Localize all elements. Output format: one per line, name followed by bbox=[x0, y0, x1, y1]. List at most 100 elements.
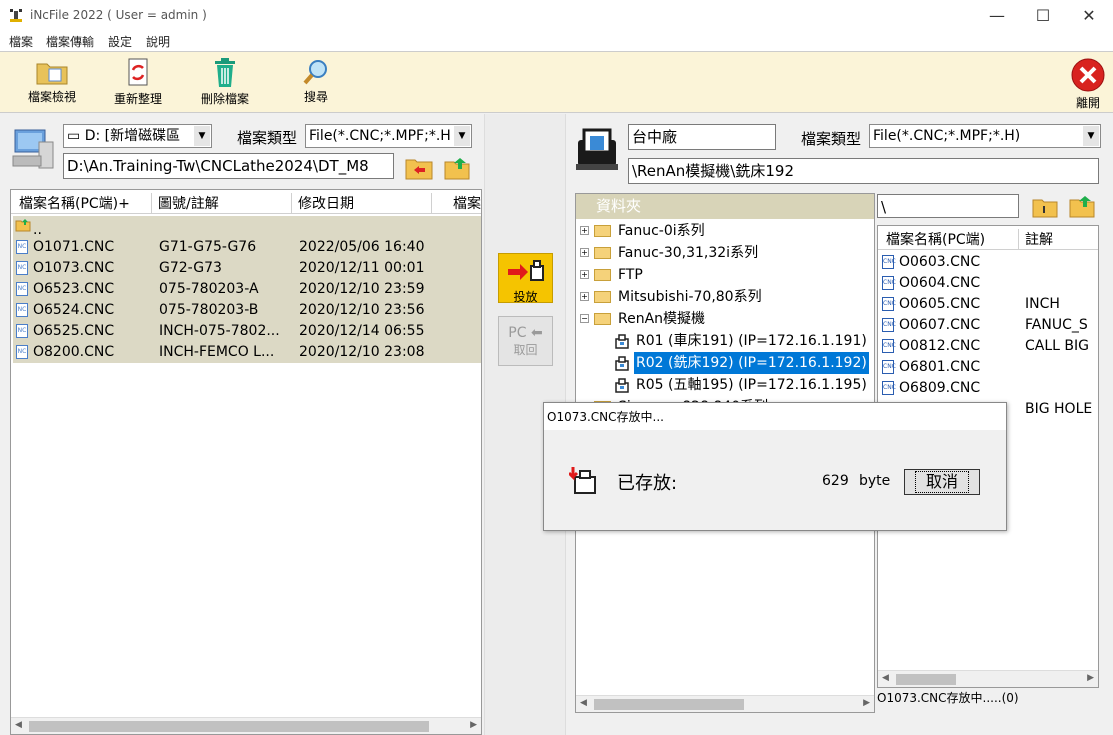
factory-input[interactable]: 台中廠 bbox=[628, 124, 776, 150]
expander-icon[interactable]: + bbox=[580, 226, 589, 235]
folder-back-icon[interactable] bbox=[405, 156, 433, 180]
horizontal-scrollbar[interactable]: ◀ ▶ bbox=[11, 717, 481, 734]
cnc-file-icon: CNC bbox=[882, 318, 896, 332]
tree-machine-item[interactable]: R05 (五軸195) (IP=172.16.1.195) bbox=[576, 374, 874, 396]
table-row[interactable]: CNC O6809.CNC bbox=[880, 378, 1098, 399]
expander-icon[interactable]: + bbox=[580, 292, 589, 301]
receive-button[interactable]: PC ⬅ 取回 bbox=[498, 316, 553, 366]
refresh-icon bbox=[128, 58, 148, 86]
cnc-file-icon: CNC bbox=[882, 339, 896, 353]
folder-up-icon bbox=[15, 219, 31, 232]
transfer-status: O1073.CNC存放中.....(0) bbox=[877, 691, 1019, 705]
delete-button[interactable]: 刪除檔案 bbox=[196, 52, 254, 112]
column-note[interactable]: 註解 bbox=[1019, 229, 1099, 249]
drive-icon: ▭ bbox=[67, 128, 85, 144]
folder-open-icon[interactable] bbox=[1032, 196, 1058, 218]
exit-button[interactable]: 離開 bbox=[1068, 52, 1108, 112]
tree-folder-item[interactable]: + Fanuc-0i系列 bbox=[576, 220, 874, 242]
chevron-down-icon: ▼ bbox=[194, 126, 210, 146]
title-bar: iNcFile 2022 ( User = admin ) — ☐ ✕ bbox=[0, 0, 1113, 31]
bytes-value: 629 bbox=[822, 473, 849, 489]
file-type-label: 檔案類型 bbox=[237, 129, 298, 147]
trash-icon bbox=[215, 58, 235, 87]
app-icon bbox=[10, 9, 22, 22]
tree-folder-item[interactable]: + Mitsubishi-70,80系列 bbox=[576, 286, 874, 308]
table-row[interactable]: NC O8200.CNC INCH-FEMCO L... 2020/12/10 23:… bbox=[13, 342, 481, 363]
table-row[interactable]: CNC O0605.CNC INCH bbox=[880, 294, 1098, 315]
refresh-button[interactable]: 重新整理 bbox=[110, 52, 166, 112]
machine-path-input[interactable]: \RenAn模擬機\銑床192 bbox=[628, 158, 1099, 184]
column-size[interactable]: 檔案 bbox=[447, 193, 483, 213]
table-row[interactable]: CNC O0604.CNC bbox=[880, 273, 1098, 294]
tree-folder-item[interactable]: + Fanuc-30,31,32i系列 bbox=[576, 242, 874, 264]
maximize-button[interactable]: ☐ bbox=[1020, 0, 1066, 31]
horizontal-scrollbar[interactable]: ◀ ▶ bbox=[576, 695, 874, 712]
transfer-dialog: O1073.CNC存放中... 已存放: 629 byte 取消 bbox=[543, 402, 1007, 531]
menu-transfer[interactable]: 檔案傳輸 bbox=[46, 33, 94, 50]
local-path-input[interactable]: D:\An.Training-Tw\CNCLathe2024\DT_M8 bbox=[63, 153, 394, 179]
table-row[interactable]: NC O6524.CNC 075-780203-B 2020/12/10 23:56 bbox=[13, 300, 481, 321]
table-row[interactable]: CNC O6801.CNC bbox=[880, 357, 1098, 378]
cnc-file-icon: CNC bbox=[882, 276, 896, 290]
machine-file-type-select[interactable]: File(*.CNC;*.MPF;*.H) ▼ bbox=[869, 124, 1101, 148]
expander-icon[interactable]: + bbox=[580, 270, 589, 279]
computer-icon bbox=[12, 129, 54, 169]
column-note[interactable]: 圖號/註解 bbox=[152, 193, 292, 213]
receive-icon: PC ⬅ bbox=[508, 325, 543, 341]
column-modified[interactable]: 修改日期 bbox=[292, 193, 432, 213]
tree-folder-item[interactable]: + FTP bbox=[576, 264, 874, 286]
expander-icon[interactable]: − bbox=[580, 314, 589, 323]
menu-file[interactable]: 檔案 bbox=[9, 33, 33, 50]
tree-folder-item[interactable]: − RenAn模擬機 bbox=[576, 308, 874, 330]
folder-icon bbox=[594, 291, 611, 303]
local-panel: ▭ D: [新增磁碟區 ▼ 檔案類型 File(*.CNC;*.MPF;*.H … bbox=[0, 114, 484, 735]
search-icon bbox=[303, 60, 327, 85]
column-filename[interactable]: 檔案名稱(PC端)+ bbox=[13, 193, 152, 213]
search-button[interactable]: 搜尋 bbox=[296, 52, 336, 112]
cancel-button[interactable]: 取消 bbox=[904, 469, 980, 495]
bytes-unit: byte bbox=[859, 473, 891, 489]
close-button[interactable]: ✕ bbox=[1066, 0, 1112, 31]
cnc-file-icon: NC bbox=[16, 303, 28, 317]
local-file-list[interactable]: 檔案名稱(PC端)+ 圖號/註解 修改日期 檔案 .. NC O1071.CNC G… bbox=[10, 189, 482, 735]
minimize-button[interactable]: — bbox=[974, 0, 1020, 31]
parent-dir-row[interactable]: .. bbox=[13, 216, 481, 238]
expander-icon[interactable]: + bbox=[580, 248, 589, 257]
tree-machine-item[interactable]: R01 (車床191) (IP=172.16.1.191) bbox=[576, 330, 874, 352]
send-icon bbox=[507, 260, 544, 281]
cnc-file-icon: NC bbox=[16, 261, 28, 275]
file-type-select[interactable]: File(*.CNC;*.MPF;*.H ▼ bbox=[305, 124, 472, 148]
folder-icon bbox=[594, 313, 611, 325]
chevron-down-icon: ▼ bbox=[1083, 126, 1099, 146]
table-row[interactable]: CNC O0812.CNC CALL BIG bbox=[880, 336, 1098, 357]
folder-up-icon[interactable] bbox=[444, 156, 470, 180]
cnc-file-icon: CNC bbox=[882, 360, 896, 374]
column-filename[interactable]: 檔案名稱(PC端) bbox=[880, 229, 1019, 249]
cnc-file-icon: CNC bbox=[882, 255, 896, 269]
file-type-label: 檔案類型 bbox=[801, 130, 862, 148]
drive-select[interactable]: ▭ D: [新增磁碟區 ▼ bbox=[63, 124, 212, 148]
folder-tree-header: 資料夾 bbox=[576, 194, 874, 219]
tree-machine-item[interactable]: R02 (銑床192) (IP=172.16.1.192) bbox=[576, 351, 874, 375]
cnc-file-icon: CNC bbox=[882, 297, 896, 311]
table-row[interactable]: NC O1071.CNC G71-G75-G76 2022/05/06 16:40 bbox=[13, 237, 481, 258]
table-row[interactable]: NC O6523.CNC 075-780203-A 2020/12/10 23:59 bbox=[13, 279, 481, 300]
menu-settings[interactable]: 設定 bbox=[108, 33, 132, 50]
table-row[interactable]: CNC O0607.CNC FANUC_S bbox=[880, 315, 1098, 336]
table-row[interactable]: CNC O0603.CNC bbox=[880, 252, 1098, 273]
table-row[interactable]: NC O1073.CNC G72-G73 2020/12/11 00:01 bbox=[13, 258, 481, 279]
menu-help[interactable]: 說明 bbox=[146, 33, 170, 50]
exit-icon bbox=[1071, 58, 1105, 92]
toolbar: 檔案檢視 重新整理 刪除檔案 搜尋 離開 bbox=[0, 51, 1113, 113]
file-view-button[interactable]: 檔案檢視 bbox=[24, 52, 80, 112]
horizontal-scrollbar[interactable]: ◀ ▶ bbox=[878, 670, 1098, 687]
dialog-status-label: 已存放: bbox=[617, 473, 678, 494]
machine-icon bbox=[615, 378, 629, 393]
send-button[interactable]: 投放 bbox=[498, 253, 553, 304]
machine-list-header: 檔案名稱(PC端) 註解 bbox=[878, 226, 1098, 250]
table-row[interactable]: NC O6525.CNC INCH-075-7802... 2020/12/14 06… bbox=[13, 321, 481, 342]
folder-icon bbox=[36, 63, 68, 85]
search-path-input[interactable]: \ bbox=[877, 194, 1019, 218]
folder-up-icon[interactable] bbox=[1069, 194, 1095, 218]
window-title: iNcFile 2022 ( User = admin ) bbox=[30, 8, 207, 22]
